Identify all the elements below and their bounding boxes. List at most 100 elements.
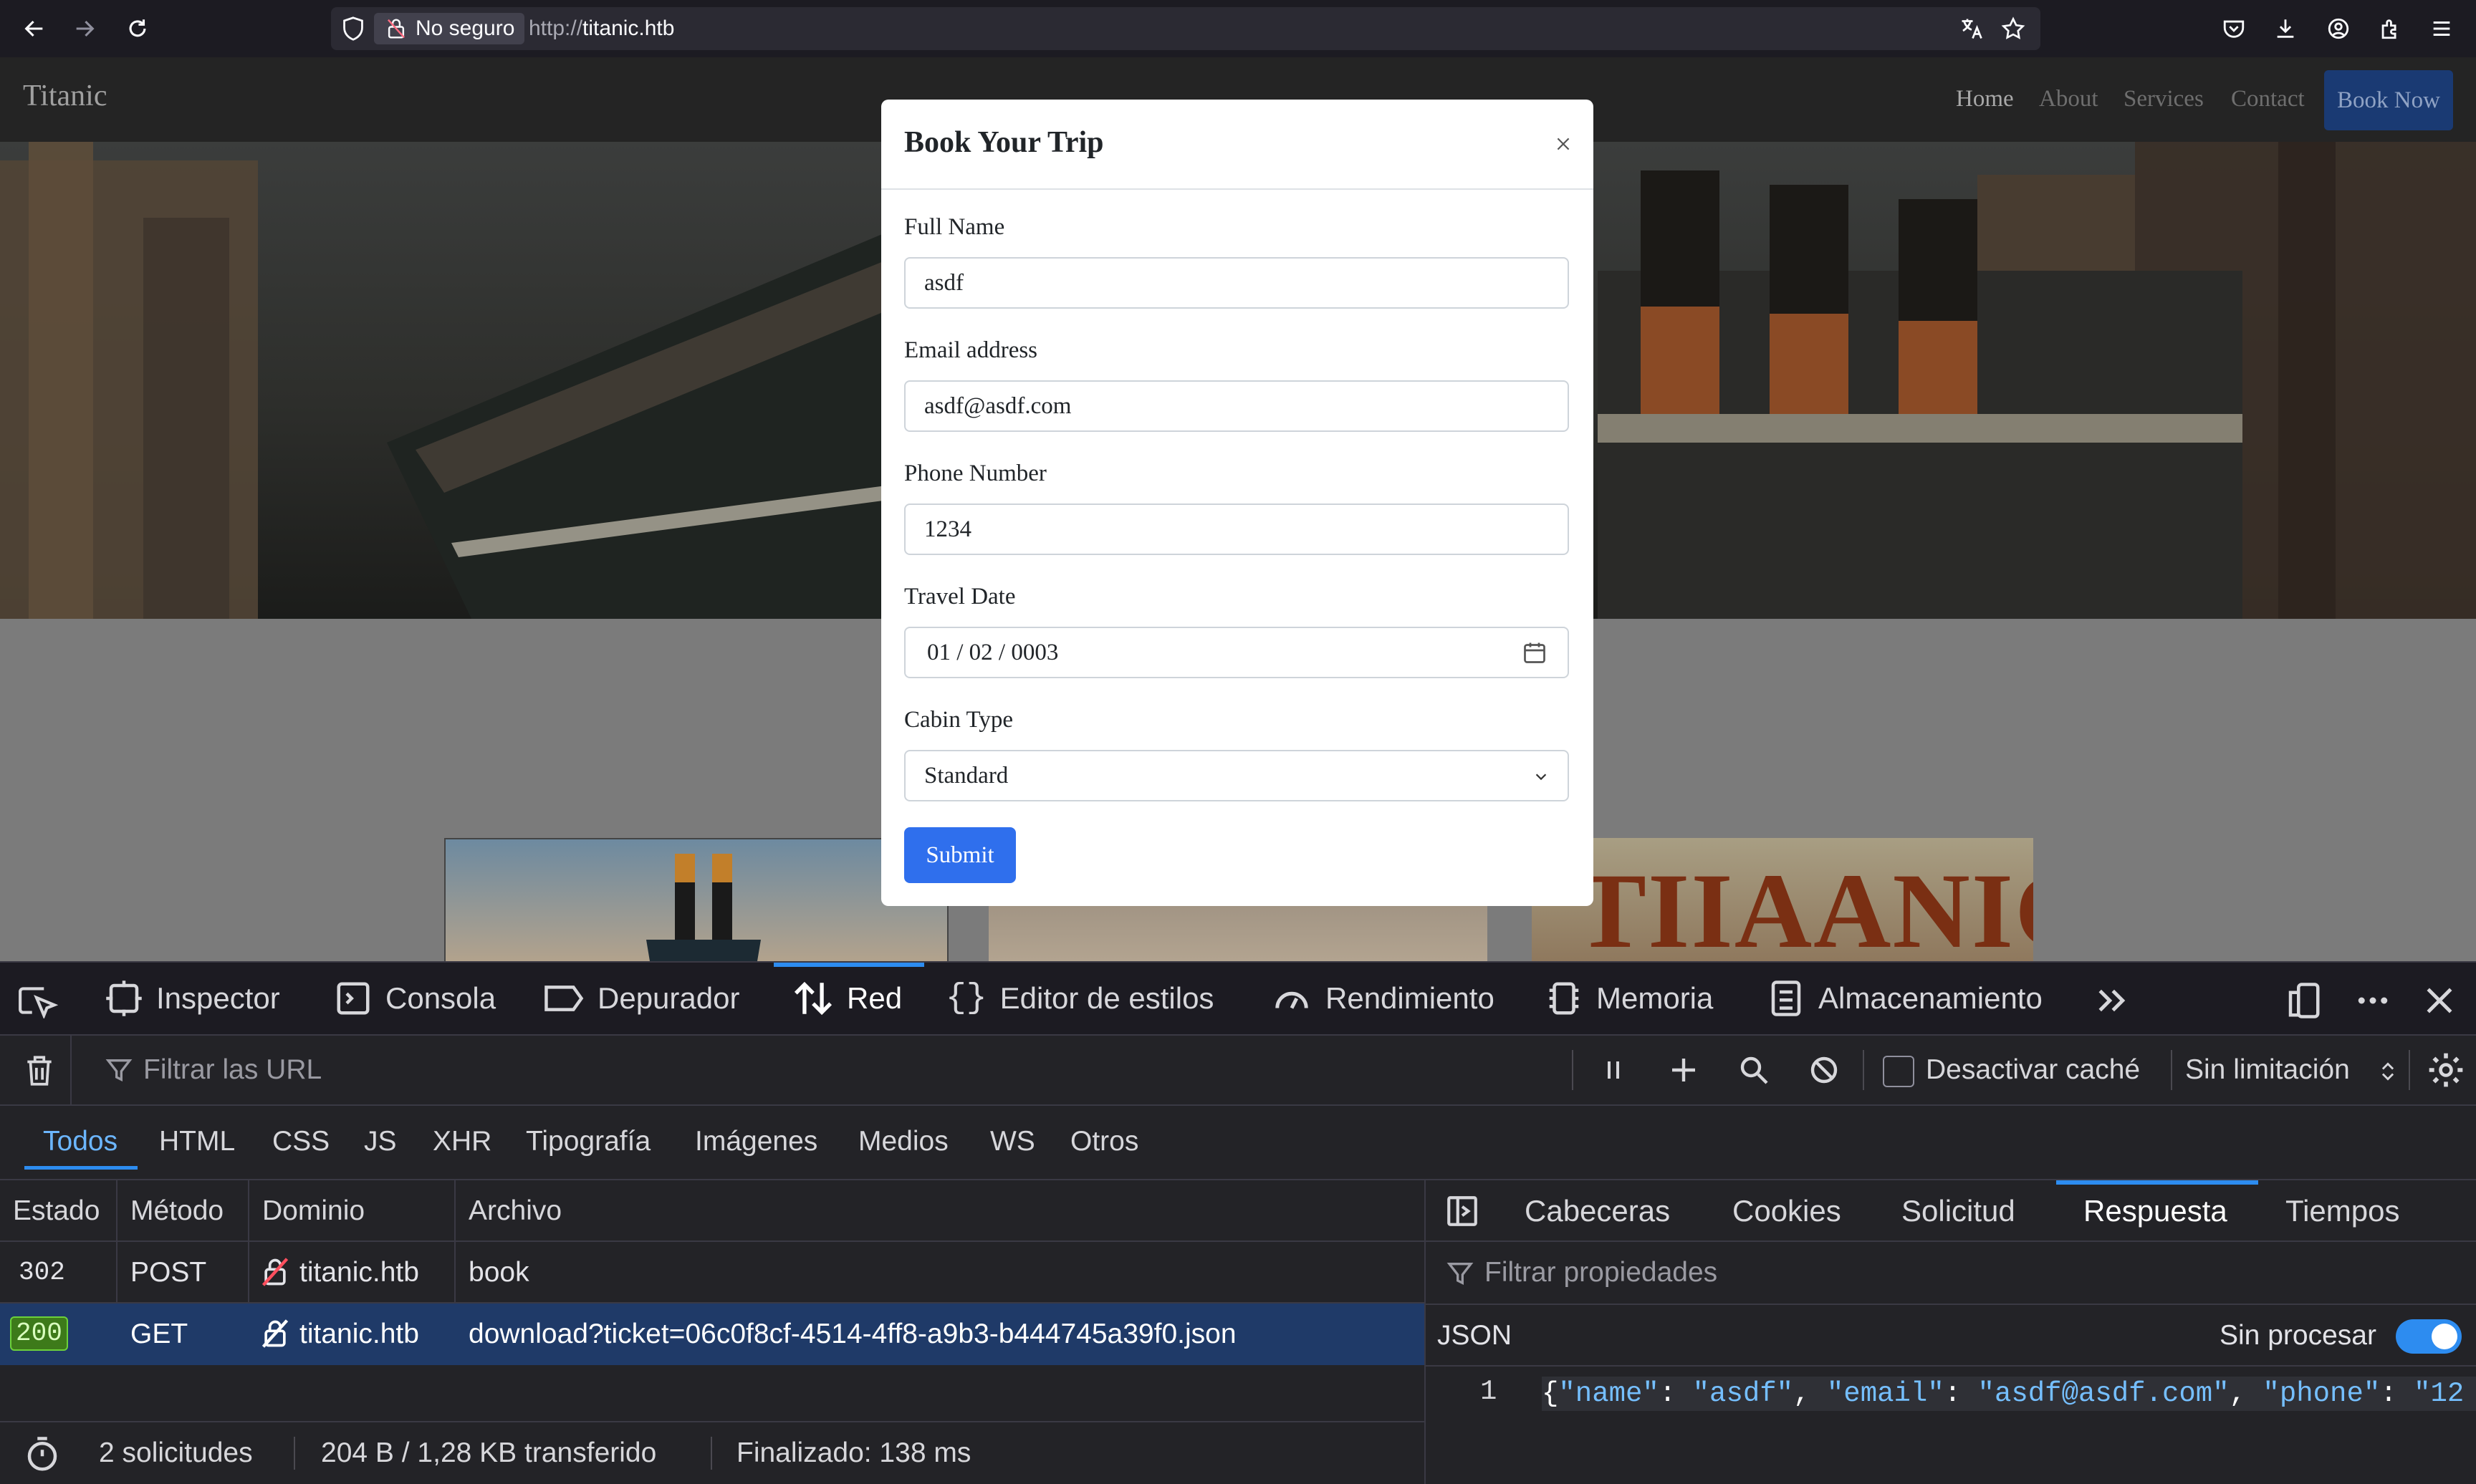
downloads-icon[interactable] — [2270, 13, 2301, 44]
row-file: book — [469, 1257, 529, 1288]
nav-link-about[interactable]: About — [2039, 86, 2098, 112]
extensions-icon[interactable] — [2374, 13, 2406, 44]
tab-inspector[interactable]: Inspector — [105, 963, 280, 1034]
travel-date-input[interactable]: 01 / 02 / 0003 — [904, 627, 1569, 678]
json-value: "asdf" — [1692, 1378, 1794, 1410]
filter-other[interactable]: Otros — [1070, 1106, 1138, 1177]
full-name-value: asdf — [924, 270, 964, 296]
site-brand[interactable]: Titanic — [23, 79, 107, 113]
toggle-sidebar-icon[interactable] — [1444, 1193, 1480, 1229]
row-status-badge: 200 — [10, 1316, 68, 1351]
tab-memory[interactable]: Memoria — [1545, 963, 1713, 1034]
account-icon[interactable] — [2323, 13, 2354, 44]
tab-timings[interactable]: Tiempos — [2285, 1180, 2400, 1242]
phone-input[interactable]: 1234 — [904, 504, 1569, 555]
network-toolbar: Filtrar las URL Desactivar caché Sin lim… — [0, 1036, 2476, 1106]
tab-performance-label: Rendimiento — [1325, 981, 1494, 1015]
tab-console[interactable]: Consola — [334, 963, 496, 1034]
email-input[interactable]: asdf@asdf.com — [904, 380, 1569, 432]
more-tabs-chevron-icon[interactable] — [2092, 981, 2131, 1020]
column-file[interactable]: Archivo — [469, 1180, 562, 1242]
tab-response[interactable]: Respuesta — [2083, 1180, 2227, 1242]
reload-icon[interactable] — [122, 13, 153, 44]
raw-toggle-switch[interactable] — [2396, 1319, 2462, 1354]
disable-cache-checkbox[interactable] — [1883, 1056, 1914, 1087]
disable-cache-label[interactable]: Desactivar caché — [1926, 1036, 2140, 1104]
request-details-panel: Cabeceras Cookies Solicitud Respuesta Ti… — [1424, 1180, 2476, 1484]
tab-debugger[interactable]: Depurador — [543, 963, 739, 1034]
calendar-icon[interactable] — [1522, 640, 1548, 665]
filter-html[interactable]: HTML — [159, 1106, 235, 1177]
url-text[interactable]: http://titanic.htb — [529, 7, 674, 50]
back-arrow-icon[interactable] — [19, 13, 50, 44]
element-picker-icon[interactable] — [17, 983, 59, 1018]
filter-fonts[interactable]: Tipografía — [526, 1106, 651, 1177]
filter-images[interactable]: Imágenes — [695, 1106, 817, 1177]
tab-network[interactable]: Red — [792, 963, 902, 1034]
trash-icon[interactable] — [21, 1051, 57, 1090]
filter-xhr[interactable]: XHR — [433, 1106, 491, 1177]
finish-time: Finalizado: 138 ms — [736, 1437, 971, 1468]
filter-media[interactable]: Medios — [858, 1106, 949, 1177]
filter-properties-input[interactable]: Filtrar propiedades — [1484, 1242, 1717, 1304]
url-protocol: http:// — [529, 16, 583, 40]
tab-debugger-label: Depurador — [598, 981, 740, 1015]
pocket-icon[interactable] — [2218, 13, 2250, 44]
add-icon[interactable] — [1666, 1053, 1701, 1087]
gallery-image-poster: TIIAANIC — [1532, 838, 2033, 961]
cabin-type-value: Standard — [924, 763, 1009, 789]
filter-css[interactable]: CSS — [272, 1106, 330, 1177]
shield-icon[interactable] — [341, 16, 365, 42]
full-name-input[interactable]: asdf — [904, 257, 1569, 309]
close-icon[interactable] — [1548, 128, 1579, 160]
tab-storage[interactable]: Almacenamiento — [1767, 963, 2043, 1034]
insecure-connection-icon — [259, 1256, 291, 1288]
bookmark-star-icon[interactable] — [2000, 16, 2026, 42]
url-bar[interactable]: No seguro http://titanic.htb — [331, 7, 2040, 50]
filter-urls-input[interactable]: Filtrar las URL — [143, 1036, 322, 1104]
nav-link-home[interactable]: Home — [1956, 86, 2014, 112]
menu-hamburger-icon[interactable] — [2426, 13, 2457, 44]
transfer-size: 204 B / 1,28 KB transferido — [321, 1437, 657, 1468]
book-now-button[interactable]: Book Now — [2324, 70, 2453, 130]
table-row[interactable]: 302 POST titanic.htb book — [0, 1242, 1424, 1304]
submit-button[interactable]: Submit — [904, 827, 1016, 883]
nav-link-contact[interactable]: Contact — [2231, 86, 2305, 112]
block-icon[interactable] — [1807, 1053, 1841, 1087]
debugger-icon — [543, 979, 585, 1018]
tab-performance[interactable]: Rendimiento — [1271, 963, 1494, 1034]
tab-cookies[interactable]: Cookies — [1732, 1180, 1841, 1242]
tab-request[interactable]: Solicitud — [1901, 1180, 2015, 1242]
stopwatch-icon — [23, 1435, 62, 1474]
code-line-highlight: {"name": "asdf", "email": "asdf@asdf.com… — [1542, 1377, 2476, 1411]
column-method[interactable]: Método — [130, 1180, 224, 1242]
column-domain[interactable]: Dominio — [262, 1180, 365, 1242]
cabin-type-select[interactable]: Standard — [904, 750, 1569, 801]
tab-style-editor[interactable]: {} Editor de estilos — [946, 963, 1214, 1034]
insecure-connection-icon — [259, 1318, 291, 1349]
security-indicator[interactable]: No seguro — [374, 13, 525, 44]
forward-arrow-icon[interactable] — [69, 13, 100, 44]
raw-toggle-label: Sin procesar — [2220, 1320, 2376, 1351]
tab-headers[interactable]: Cabeceras — [1525, 1180, 1670, 1242]
pause-icon[interactable] — [1596, 1053, 1631, 1087]
row-method: GET — [130, 1319, 188, 1349]
security-label: No seguro — [416, 16, 515, 40]
throttling-select[interactable]: Sin limitación — [2185, 1036, 2350, 1104]
filter-ws[interactable]: WS — [990, 1106, 1035, 1177]
column-status[interactable]: Estado — [13, 1180, 100, 1242]
more-options-icon[interactable] — [2351, 981, 2394, 1020]
settings-gear-icon[interactable] — [2426, 1050, 2466, 1090]
details-tab-bar: Cabeceras Cookies Solicitud Respuesta Ti… — [1426, 1180, 2476, 1242]
translate-icon[interactable] — [1959, 16, 1985, 42]
table-row-selected[interactable]: 200 GET titanic.htb download?ticket=06c0… — [0, 1304, 1424, 1365]
nav-link-services[interactable]: Services — [2124, 86, 2204, 112]
responsive-design-icon[interactable] — [2284, 981, 2323, 1020]
modal-title: Book Your Trip — [904, 126, 1104, 159]
search-icon[interactable] — [1737, 1053, 1771, 1087]
close-devtools-icon[interactable] — [2420, 981, 2459, 1020]
filter-js[interactable]: JS — [364, 1106, 397, 1177]
travel-date-value: 01 / 02 / 0003 — [927, 640, 1059, 665]
row-file: download?ticket=06c0f8cf-4514-4ff8-a9b3-… — [469, 1319, 1237, 1349]
inspector-icon — [105, 979, 143, 1018]
